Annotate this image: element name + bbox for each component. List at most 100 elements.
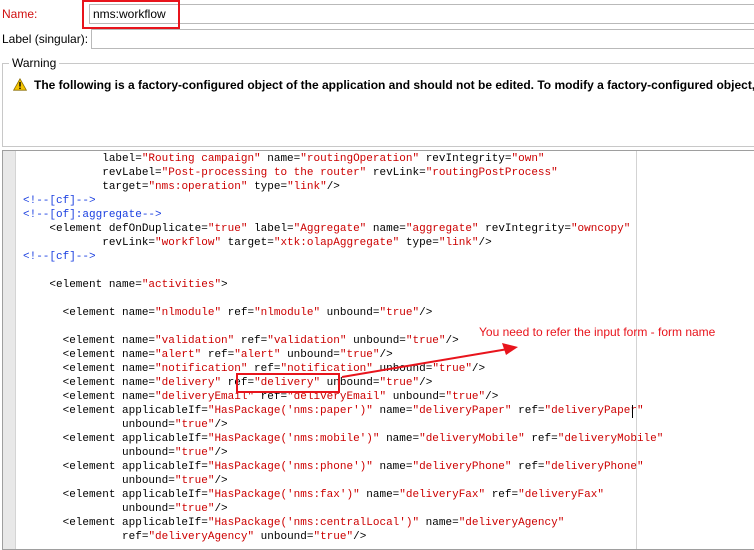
code-line: unbound="true"/> xyxy=(23,446,663,460)
code-token: name= xyxy=(372,405,413,417)
code-token: ref= xyxy=(234,335,268,347)
code-token: /> xyxy=(419,307,433,319)
code-token: "true" xyxy=(174,447,215,459)
code-line: label="Routing campaign" name="routingOp… xyxy=(23,152,663,166)
code-token: type= xyxy=(247,181,288,193)
code-token: "workflow" xyxy=(155,237,222,249)
code-token: "alert" xyxy=(234,349,281,361)
code-line: revLabel="Post-processing to the router"… xyxy=(23,166,663,180)
code-token: unbound= xyxy=(122,447,175,459)
code-token: "deliveryAgency" xyxy=(148,531,255,543)
code-line: <element applicableIf="HasPackage('nms:p… xyxy=(23,460,663,474)
code-token: name= xyxy=(372,461,413,473)
name-label: Name: xyxy=(2,7,38,21)
code-token: <element name= xyxy=(23,307,156,319)
code-line: <element name="deliveryEmail" ref="deliv… xyxy=(23,390,663,404)
code-token: "HasPackage('nms:fax')" xyxy=(207,489,360,501)
code-token: /> xyxy=(214,503,228,515)
code-token: "aggregate" xyxy=(405,223,479,235)
code-token: "HasPackage('nms:paper')" xyxy=(207,405,373,417)
code-token: /> xyxy=(478,237,492,249)
code-token: "validation" xyxy=(155,335,235,347)
code-token: "notification" xyxy=(155,363,248,375)
code-token: "nlmodule" xyxy=(155,307,222,319)
code-token: "link" xyxy=(438,237,479,249)
code-token: "own" xyxy=(511,153,545,165)
code-token: "true" xyxy=(174,419,215,431)
code-token: type= xyxy=(399,237,439,249)
code-token: /> xyxy=(214,419,228,431)
code-token: /> xyxy=(214,447,228,459)
code-token: "activities" xyxy=(141,279,222,291)
code-token: "delivery" xyxy=(155,377,222,389)
code-token: <element name= xyxy=(23,279,142,291)
code-line: <element applicableIf="HasPackage('nms:m… xyxy=(23,432,664,446)
code-token: <!--[cf]--> xyxy=(23,195,96,207)
code-token: ref= xyxy=(221,377,255,389)
code-token: <element name= xyxy=(23,391,156,403)
code-line: <element applicableIf="HasPackage('nms:c… xyxy=(23,516,663,530)
code-token: "HasPackage('nms:mobile')" xyxy=(207,433,380,445)
code-line: ref="deliveryAgency" unbound="true"/> xyxy=(23,530,663,544)
code-token: "deliveryMobile" xyxy=(557,433,664,445)
text-caret xyxy=(632,405,633,418)
code-token: /> xyxy=(485,391,499,403)
code-token: revLabel= xyxy=(102,167,162,179)
code-token: <element name= xyxy=(23,377,156,389)
code-token: <element defOnDuplicate= xyxy=(23,223,208,235)
code-line: <element applicableIf="HasPackage('nms:p… xyxy=(23,404,663,418)
code-token: ref= xyxy=(524,433,558,445)
code-token: revLink= xyxy=(102,237,156,249)
code-token: name= xyxy=(359,489,400,501)
code-token: "true" xyxy=(445,391,486,403)
code-token: /> xyxy=(326,181,340,193)
code-token: "xtk:olapAggregate" xyxy=(273,237,400,249)
code-token: "HasPackage('nms:centralLocal')" xyxy=(207,517,420,529)
code-token: "deliveryFax" xyxy=(518,489,604,501)
code-token: revIntegrity= xyxy=(419,153,512,165)
code-token: "deliveryEmail" xyxy=(287,391,387,403)
code-token: ref= xyxy=(485,489,519,501)
code-token: name= xyxy=(366,223,406,235)
code-token: "Aggregate" xyxy=(293,223,367,235)
code-token: unbound= xyxy=(320,307,380,319)
code-token: "nlmodule" xyxy=(254,307,321,319)
code-token: "true" xyxy=(313,531,354,543)
code-token: "deliveryEmail" xyxy=(155,391,255,403)
code-line: <element name="nlmodule" ref="nlmodule" … xyxy=(23,306,663,320)
code-token: "nms:operation" xyxy=(148,181,248,193)
code-token: "link" xyxy=(287,181,327,193)
warning-triangle-icon xyxy=(13,78,27,91)
code-token: name= xyxy=(260,153,301,165)
code-token: "deliveryPhone" xyxy=(412,461,512,473)
code-token: "deliveryFax" xyxy=(399,489,486,501)
code-token: <!--[of]:aggregate--> xyxy=(23,209,162,221)
code-token: <element name= xyxy=(23,349,156,361)
code-token: ref= xyxy=(122,531,149,543)
code-token: "deliveryPhone" xyxy=(544,461,644,473)
code-token: ref= xyxy=(511,405,545,417)
code-token: unbound= xyxy=(386,391,446,403)
code-token: "Post-processing to the router" xyxy=(161,167,367,179)
editor-gutter xyxy=(3,151,16,549)
code-line: <!--[cf]--> xyxy=(23,250,663,264)
code-token: <!--[cf]--> xyxy=(23,251,96,263)
label-row: Label (singular): xyxy=(0,27,754,51)
name-input[interactable] xyxy=(89,4,754,24)
code-line: unbound="true"/> xyxy=(23,418,663,432)
code-token: ref= xyxy=(201,349,235,361)
code-token: ref= xyxy=(247,363,281,375)
code-token: "deliveryAgency" xyxy=(458,517,565,529)
code-token: revIntegrity= xyxy=(478,223,571,235)
code-token: label= xyxy=(102,153,142,165)
label-singular-input[interactable] xyxy=(91,29,754,49)
name-row: Name: xyxy=(0,2,754,26)
